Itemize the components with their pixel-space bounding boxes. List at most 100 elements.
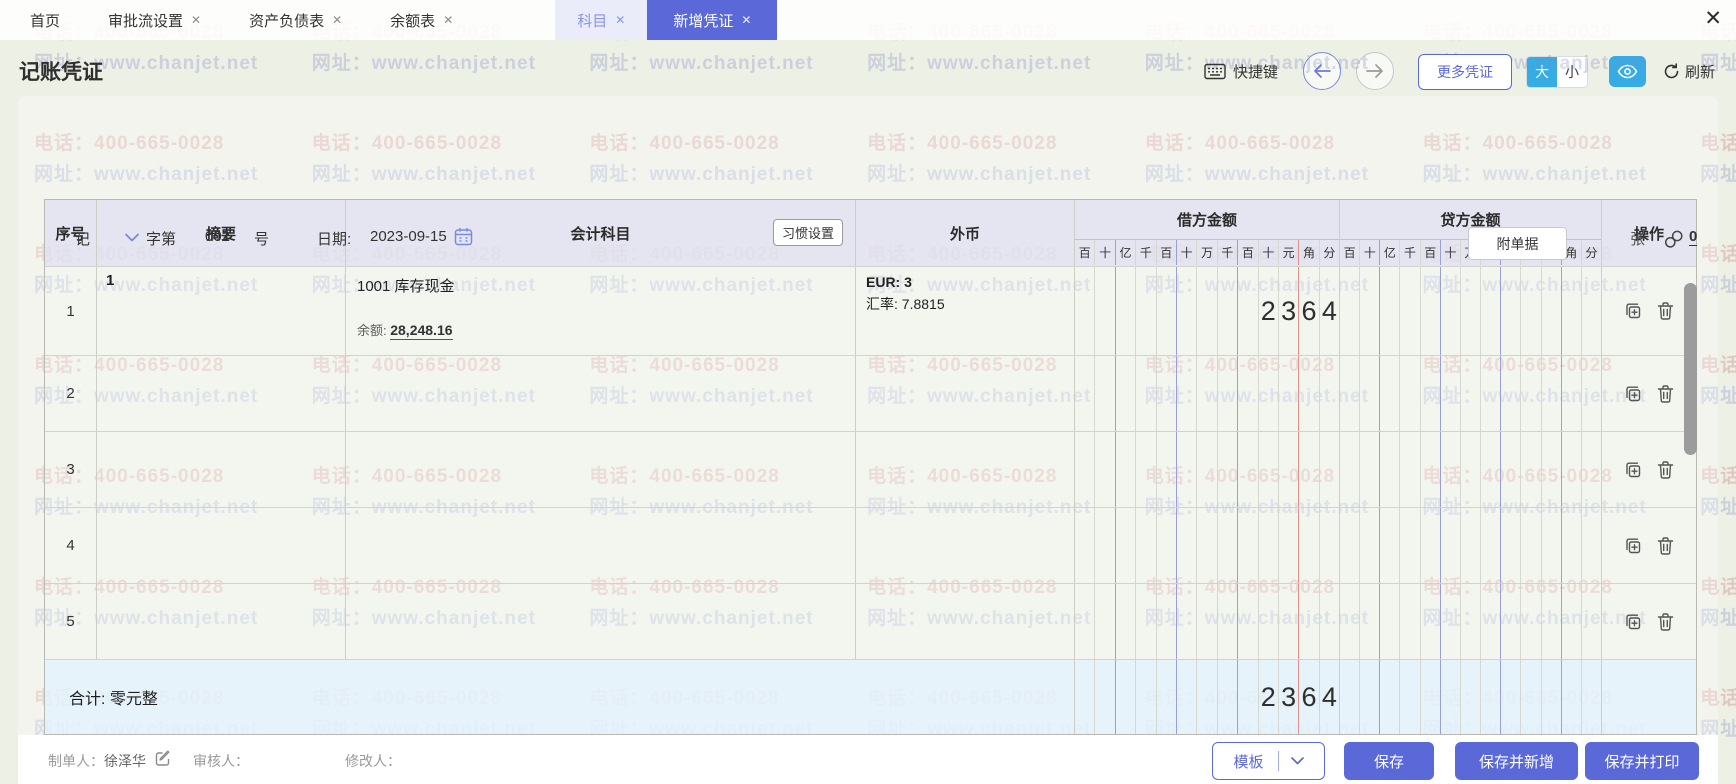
balance-value[interactable]: 28,248.16 bbox=[390, 322, 452, 340]
debit-cell[interactable] bbox=[1075, 584, 1340, 659]
digit-cell bbox=[1421, 660, 1441, 734]
size-small-button[interactable]: 小 bbox=[1557, 57, 1587, 87]
header-currency-label: 外币 bbox=[856, 200, 1074, 266]
summary-cell[interactable] bbox=[97, 356, 346, 431]
summary-cell[interactable] bbox=[97, 432, 346, 507]
copy-row-button[interactable] bbox=[1623, 612, 1643, 632]
credit-cell[interactable] bbox=[1340, 267, 1602, 355]
account-cell[interactable] bbox=[346, 356, 856, 431]
delete-row-button[interactable] bbox=[1656, 460, 1675, 480]
calendar-icon[interactable] bbox=[454, 227, 473, 246]
debit-cell[interactable]: 2364 bbox=[1075, 267, 1340, 355]
back-button[interactable] bbox=[1303, 52, 1341, 90]
digit-unit-百: 百 bbox=[1340, 240, 1360, 265]
digit-cell bbox=[1136, 584, 1156, 659]
digit-cell bbox=[1582, 432, 1601, 507]
tab-3[interactable]: 资产负债表✕ bbox=[239, 0, 352, 40]
table-row-4: 4 bbox=[45, 508, 1696, 584]
save-button[interactable]: 保存 bbox=[1344, 742, 1434, 780]
digit-cell bbox=[1320, 584, 1339, 659]
template-button[interactable]: 模板 bbox=[1212, 742, 1325, 780]
size-large-button[interactable]: 大 bbox=[1527, 57, 1557, 87]
digit-cell bbox=[1360, 508, 1380, 583]
digit-cell bbox=[1380, 432, 1400, 507]
credit-cell[interactable] bbox=[1340, 356, 1602, 431]
account-cell[interactable] bbox=[346, 432, 856, 507]
digit-cell bbox=[1421, 356, 1441, 431]
currency-cell[interactable] bbox=[856, 584, 1075, 659]
edit-icon[interactable] bbox=[155, 750, 171, 766]
digit-cell bbox=[1481, 356, 1501, 431]
tab-close-icon[interactable]: ✕ bbox=[741, 13, 751, 27]
credit-cell[interactable] bbox=[1340, 508, 1602, 583]
tab-close-icon[interactable]: ✕ bbox=[615, 13, 625, 27]
voucher-number-input[interactable]: 002 bbox=[205, 228, 230, 245]
watermark-site-text: 网址：www.chanjet.net bbox=[312, 48, 536, 75]
shortcut-button[interactable]: 快捷键 bbox=[1204, 54, 1278, 88]
tab-1[interactable]: 首页 bbox=[20, 0, 70, 40]
table-scrollbar[interactable] bbox=[1684, 283, 1697, 455]
row-seq-number: 2 bbox=[45, 356, 96, 431]
tab-2[interactable]: 审批流设置✕ bbox=[98, 0, 211, 40]
digit-cell bbox=[1177, 660, 1197, 734]
digit-cell bbox=[1380, 584, 1400, 659]
delete-row-button[interactable] bbox=[1656, 612, 1675, 632]
credit-cell[interactable] bbox=[1340, 584, 1602, 659]
tab-label: 新增凭证 bbox=[673, 10, 733, 31]
delete-row-button[interactable] bbox=[1656, 384, 1675, 404]
refresh-button[interactable]: 刷新 bbox=[1663, 54, 1715, 88]
delete-row-button[interactable] bbox=[1656, 536, 1675, 556]
summary-cell[interactable] bbox=[97, 508, 346, 583]
currency-cell[interactable] bbox=[856, 432, 1075, 507]
chevron-down-icon[interactable] bbox=[125, 233, 139, 242]
preview-eye-button[interactable] bbox=[1609, 56, 1646, 87]
tab-close-icon[interactable]: ✕ bbox=[443, 13, 453, 27]
tab-4[interactable]: 余额表✕ bbox=[380, 0, 463, 40]
copy-row-button[interactable] bbox=[1623, 301, 1643, 321]
tab-close-icon[interactable]: ✕ bbox=[332, 13, 342, 27]
digit-cell bbox=[1521, 356, 1541, 431]
currency-cell[interactable] bbox=[856, 356, 1075, 431]
tab-6[interactable]: 新增凭证 ✕ bbox=[647, 0, 777, 40]
credit-cell[interactable] bbox=[1340, 432, 1602, 507]
copy-row-button[interactable] bbox=[1623, 460, 1643, 480]
debit-cell[interactable] bbox=[1075, 432, 1340, 507]
forward-button[interactable] bbox=[1356, 52, 1394, 90]
account-cell[interactable]: 1001 库存现金余额: 28,248.16 bbox=[346, 267, 856, 355]
currency-cell[interactable]: EUR: 3汇率: 7.8815 bbox=[856, 267, 1075, 355]
more-vouchers-button[interactable]: 更多凭证 bbox=[1418, 54, 1512, 90]
row-seq: 5 bbox=[45, 584, 97, 659]
save-and-new-button[interactable]: 保存并新增 bbox=[1455, 742, 1578, 780]
account-cell[interactable] bbox=[346, 508, 856, 583]
digit-cell: 3 bbox=[1279, 660, 1299, 734]
digit-cell bbox=[1157, 356, 1177, 431]
save-and-print-button[interactable]: 保存并打印 bbox=[1585, 742, 1699, 780]
copy-row-button[interactable] bbox=[1623, 384, 1643, 404]
debit-cell[interactable] bbox=[1075, 356, 1340, 431]
attachment-count-link[interactable]: 0 bbox=[1689, 228, 1697, 246]
digit-cell bbox=[1521, 432, 1541, 507]
attachment-button[interactable]: 附单据 bbox=[1468, 227, 1567, 260]
debit-cell[interactable] bbox=[1075, 508, 1340, 583]
habit-settings-button[interactable]: 习惯设置 bbox=[773, 219, 843, 246]
summary-cell[interactable] bbox=[97, 584, 346, 659]
summary-cell[interactable]: 1 bbox=[97, 267, 346, 355]
digit-unit-角: 角 bbox=[1299, 240, 1319, 265]
table-row-2: 2 bbox=[45, 356, 1696, 432]
date-value[interactable]: 2023-09-15 bbox=[370, 228, 447, 245]
digit-cell bbox=[1360, 356, 1380, 431]
voucher-word[interactable]: 记 bbox=[75, 228, 90, 249]
digit-cell bbox=[1157, 508, 1177, 583]
digit-cell bbox=[1116, 660, 1136, 734]
delete-row-button[interactable] bbox=[1656, 301, 1675, 321]
account-value: 1001 库存现金 bbox=[346, 267, 855, 296]
close-icon[interactable]: ✕ bbox=[1704, 6, 1722, 32]
chevron-down-icon[interactable] bbox=[1291, 757, 1304, 765]
tab-5[interactable]: 科目✕ bbox=[555, 0, 647, 40]
account-cell[interactable] bbox=[346, 584, 856, 659]
tab-close-icon[interactable]: ✕ bbox=[191, 13, 201, 27]
digit-unit-百: 百 bbox=[1075, 240, 1095, 265]
digit-cell bbox=[1421, 584, 1441, 659]
copy-row-button[interactable] bbox=[1623, 536, 1643, 556]
currency-cell[interactable] bbox=[856, 508, 1075, 583]
